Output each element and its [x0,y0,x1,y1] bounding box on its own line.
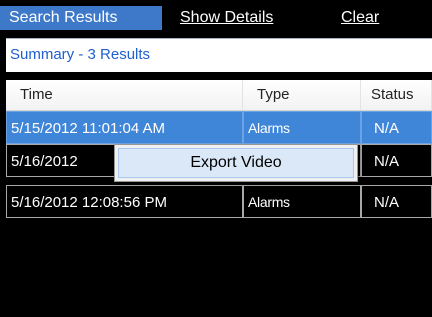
results-table-body: 5/15/2012 11:01:04 AM Alarms N/A 5/16/20… [6,111,432,317]
summary-text: Summary - 3 Results [10,46,151,63]
column-header-time[interactable]: Time [6,80,243,110]
cell-time: 5/15/2012 11:01:04 AM [6,111,243,144]
tab-search-results-label: Search Results [9,9,118,26]
context-menu: Export Video [114,144,358,182]
cell-status: N/A [361,111,432,144]
top-toolbar: Search Results Show Details Clear [0,0,432,36]
tab-search-results[interactable]: Search Results [0,6,162,30]
table-row[interactable]: 5/15/2012 11:01:04 AM Alarms N/A [6,111,432,144]
search-results-panel: Search Results Show Details Clear Summar… [0,0,432,317]
cell-status: N/A [361,144,432,177]
table-row[interactable]: 5/16/2012 12:08:56 PM Alarms N/A [6,185,432,218]
cell-status: N/A [361,185,432,218]
column-header-type[interactable]: Type [243,80,361,110]
column-header-status[interactable]: Status [361,80,432,110]
cell-time: 5/16/2012 12:08:56 PM [6,185,243,218]
cell-type: Alarms [243,111,361,144]
show-details-link[interactable]: Show Details [180,8,273,28]
cell-type: Alarms [243,185,361,218]
export-video-menu-item[interactable]: Export Video [118,148,354,178]
summary-bar: Summary - 3 Results [6,38,432,72]
table-header: Time Type Status [6,80,432,111]
clear-link[interactable]: Clear [341,8,379,28]
